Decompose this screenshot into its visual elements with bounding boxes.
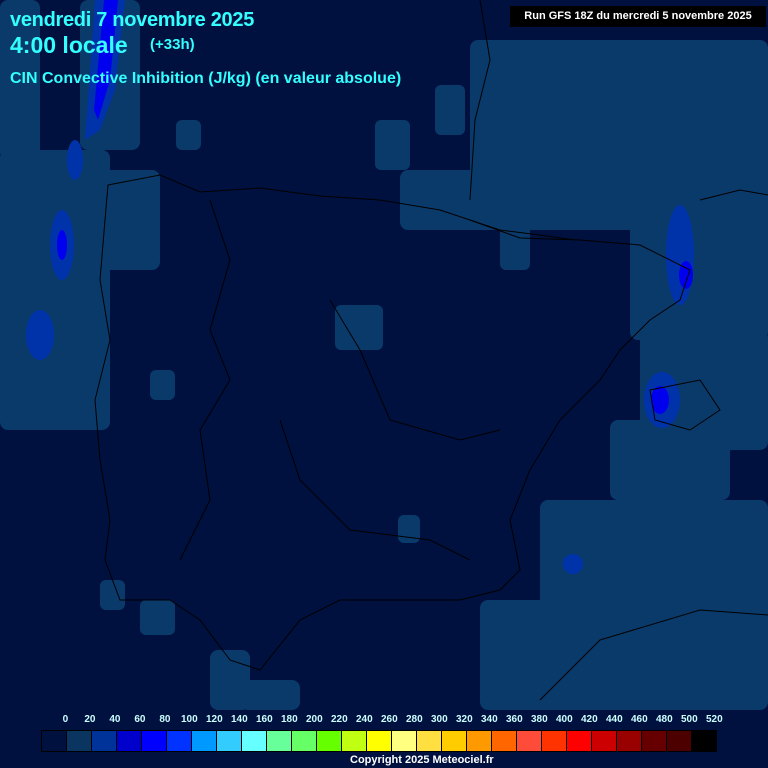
legend-label: 240 (355, 714, 373, 725)
legend-swatch (367, 731, 392, 751)
legend-label: 100 (180, 714, 198, 725)
legend-swatch (667, 731, 692, 751)
copyright: Copyright 2025 Meteociel.fr (350, 754, 494, 766)
forecast-date: vendredi 7 novembre 2025 (10, 9, 255, 31)
legend-swatch (92, 731, 117, 751)
legend-label: 180 (280, 714, 298, 725)
legend-label: 340 (480, 714, 498, 725)
legend-label: 220 (330, 714, 348, 725)
legend-swatch (242, 731, 267, 751)
legend-swatch (167, 731, 192, 751)
legend-label: 440 (605, 714, 623, 725)
legend-swatch (117, 731, 142, 751)
legend-label: 140 (230, 714, 248, 725)
legend-label: 160 (255, 714, 273, 725)
legend-label: 500 (680, 714, 698, 725)
model-run-label: Run GFS 18Z du mercredi 5 novembre 2025 (510, 6, 766, 27)
legend-label: 200 (305, 714, 323, 725)
legend-swatch (567, 731, 592, 751)
legend-label: 520 (705, 714, 723, 725)
cin-20-40-areas (0, 0, 768, 710)
legend-label: 320 (455, 714, 473, 725)
legend-label: 400 (555, 714, 573, 725)
legend-swatch (467, 731, 492, 751)
parameter-title: CIN Convective Inhibition (J/kg) (en val… (10, 70, 402, 87)
legend-label: 460 (630, 714, 648, 725)
legend-label: 120 (205, 714, 223, 725)
legend-label: 360 (505, 714, 523, 725)
legend-swatch (517, 731, 542, 751)
legend-swatch (492, 731, 517, 751)
cin-map (0, 0, 768, 710)
legend-swatch (592, 731, 617, 751)
legend-swatch (192, 731, 217, 751)
legend-label: 300 (430, 714, 448, 725)
legend-label: 60 (134, 714, 146, 725)
legend-label: 380 (530, 714, 548, 725)
legend-swatch (67, 731, 92, 751)
legend-swatch (417, 731, 442, 751)
legend-swatch (392, 731, 417, 751)
legend-label: 80 (159, 714, 171, 725)
legend-label: 0 (62, 714, 69, 725)
legend-label: 20 (84, 714, 96, 725)
legend-label: 260 (380, 714, 398, 725)
legend-label: 280 (405, 714, 423, 725)
legend-swatch (267, 731, 292, 751)
legend-swatch (617, 731, 642, 751)
legend-label: 420 (580, 714, 598, 725)
forecast-lead-time: (+33h) (150, 36, 195, 53)
legend-label: 480 (655, 714, 673, 725)
legend-label: 40 (109, 714, 121, 725)
legend-swatch (142, 731, 167, 751)
legend-swatch (317, 731, 342, 751)
legend-swatch (692, 731, 716, 751)
color-scale-legend (41, 730, 717, 752)
legend-swatch (292, 731, 317, 751)
legend-swatch (442, 731, 467, 751)
legend-swatch (542, 731, 567, 751)
forecast-time: 4:00 locale (10, 32, 128, 58)
legend-swatch (217, 731, 242, 751)
legend-swatch (642, 731, 667, 751)
legend-swatch (42, 731, 67, 751)
weather-map: vendredi 7 novembre 2025 4:00 locale (+3… (0, 0, 768, 768)
legend-swatch (342, 731, 367, 751)
